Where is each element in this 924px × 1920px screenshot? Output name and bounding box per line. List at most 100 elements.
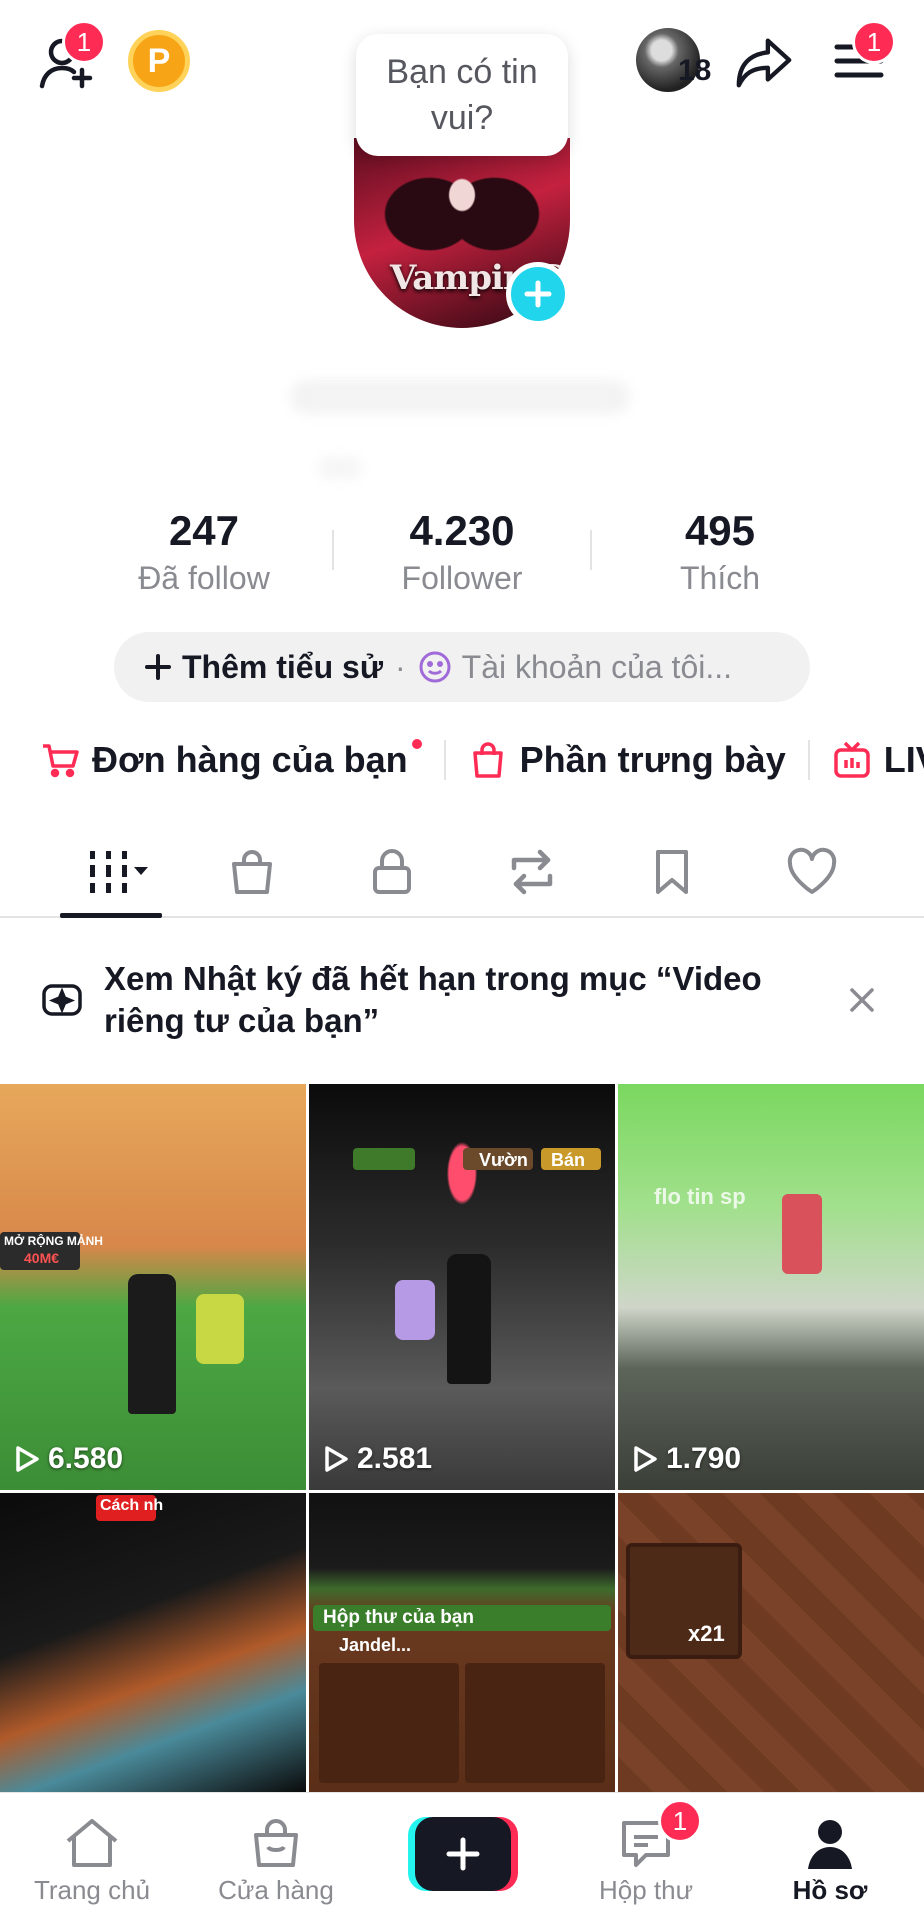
tab-reposts[interactable] — [492, 840, 572, 904]
add-bio-label[interactable]: Thêm tiểu sử — [182, 649, 383, 686]
shortcut-live[interactable]: LIV — [832, 739, 924, 781]
thumb-decoration — [319, 1663, 459, 1783]
coin-button[interactable]: P — [128, 30, 190, 92]
thumb-pet — [395, 1280, 435, 1340]
mini-avatar-count: 18 — [678, 54, 712, 87]
home-icon — [66, 1819, 118, 1867]
thumb-decoration — [465, 1663, 605, 1783]
shortcut-divider — [443, 740, 446, 780]
following-count: 247 — [168, 507, 240, 554]
nav-home-label: Trang chủ — [33, 1875, 151, 1905]
thumb-character — [128, 1274, 176, 1414]
create-button[interactable] — [408, 1817, 518, 1891]
bio-pill[interactable]: Thêm tiểu sử · Tài khoản của tôi... — [114, 632, 810, 702]
shortcut-orders[interactable]: Đơn hàng của bạn — [40, 739, 422, 781]
play-icon — [16, 1446, 39, 1472]
video-thumbnail[interactable]: flo tin sp 1.790 — [618, 1084, 924, 1490]
avatar-add-button[interactable] — [506, 262, 570, 326]
shortcuts-row: Đơn hàng của bạn Phần trưng bày LIV — [40, 730, 924, 790]
play-icon — [325, 1446, 348, 1472]
thumb-label: 40M€ — [24, 1250, 60, 1266]
thumb-label: Cách nh — [100, 1497, 164, 1514]
video-thumbnail[interactable]: Hộp thư của bạn Jandel... — [309, 1493, 615, 1793]
nav-shop[interactable]: Cửa hàng — [186, 1811, 366, 1906]
shortcut-orders-label: Đơn hàng của bạn — [92, 739, 408, 780]
blurred-username — [290, 380, 630, 414]
shortcut-live-label: LIV — [883, 739, 924, 780]
profile-icon — [808, 1820, 852, 1869]
stat-divider — [332, 530, 334, 570]
nav-inbox-label: Hộp thư — [598, 1875, 693, 1905]
shop-icon — [254, 1819, 298, 1867]
banner-text: Xem Nhật ký đã hết hạn trong mục “Video … — [104, 960, 762, 1039]
thumb-decoration — [353, 1148, 415, 1170]
nav-home[interactable]: Trang chủ — [2, 1811, 182, 1906]
share-icon — [736, 38, 792, 88]
live-tv-icon — [833, 741, 870, 778]
share-button[interactable] — [728, 26, 800, 98]
lock-icon — [373, 849, 411, 894]
thumb-label: Hộp thư của bạn — [323, 1607, 474, 1628]
thumb-character — [782, 1194, 822, 1274]
view-count: 2.581 — [323, 1442, 432, 1476]
thumb-label: flo tin sp — [654, 1184, 746, 1209]
videos-grid-icon — [90, 851, 148, 893]
menu-badge: 1 — [852, 20, 896, 64]
thumb-label: Bán — [551, 1150, 586, 1170]
shop-bag-icon — [232, 850, 272, 894]
tab-private[interactable] — [352, 840, 432, 904]
play-icon — [634, 1446, 657, 1472]
plus-icon — [524, 280, 552, 308]
thumb-label: x21 — [688, 1621, 725, 1646]
video-thumbnail[interactable]: x21 — [618, 1493, 924, 1793]
shortcut-divider — [807, 740, 810, 780]
nav-inbox[interactable]: Hộp thư — [556, 1811, 736, 1906]
expired-stories-banner[interactable]: Xem Nhật ký đã hết hạn trong mục “Video … — [0, 920, 924, 1084]
tab-saved[interactable] — [632, 840, 712, 904]
profile-tabs — [0, 826, 924, 918]
thumb-label: Jandel... — [339, 1635, 412, 1655]
followers-label: Follower — [401, 560, 523, 596]
status-bubble[interactable]: Bạn có tin vui? — [356, 34, 568, 156]
shortcut-showcase-label: Phần trưng bày — [519, 739, 786, 780]
view-count: 6.580 — [14, 1442, 123, 1476]
nav-profile[interactable]: Hồ sơ — [740, 1811, 920, 1906]
close-icon[interactable] — [846, 984, 878, 1016]
bottom-nav: Trang chủ Cửa hàng Hộp thư 1 Hồ sơ — [0, 1792, 924, 1920]
likes-label: Thích — [679, 560, 761, 596]
smiley-icon — [419, 651, 451, 683]
plus-icon — [446, 1837, 480, 1871]
shortcut-showcase[interactable]: Phần trưng bày — [468, 739, 786, 781]
bio-separator: · — [394, 648, 406, 685]
thumb-pet — [196, 1294, 244, 1364]
add-friend-badge: 1 — [62, 20, 106, 64]
tab-liked[interactable] — [772, 840, 852, 904]
stat-divider — [590, 530, 592, 570]
create-bg-dark — [415, 1817, 511, 1891]
stat-followers[interactable]: 4.230 Follower — [352, 506, 572, 600]
active-tab-indicator — [60, 913, 162, 918]
nav-shop-label: Cửa hàng — [218, 1875, 334, 1905]
view-count-value: 1.790 — [666, 1442, 742, 1475]
video-thumbnail[interactable]: Vườn Bán 2.581 — [309, 1084, 615, 1490]
repost-icon — [511, 849, 553, 895]
heart-icon — [787, 847, 837, 894]
account-label[interactable]: Tài khoản của tôi... — [462, 649, 732, 686]
tab-videos[interactable] — [70, 840, 166, 904]
stat-following[interactable]: 247 Đã follow — [94, 506, 314, 600]
video-thumbnail[interactable]: Cách nh — [0, 1493, 306, 1793]
notification-dot — [411, 739, 422, 749]
video-grid: MỞ RỘNG MẢNH 40M€ 6.580 Vườn Bán 2.581 f… — [0, 1084, 924, 1793]
thumb-character — [447, 1254, 491, 1384]
cart-icon — [43, 744, 79, 778]
stat-likes[interactable]: 495 Thích — [610, 506, 830, 600]
video-thumbnail[interactable]: MỞ RỘNG MẢNH 40M€ 6.580 — [0, 1084, 306, 1490]
thumb-label: Vườn — [479, 1150, 528, 1170]
view-count: 1.790 — [632, 1442, 741, 1476]
thumb-label: MỞ RỘNG MẢNH — [4, 1234, 103, 1248]
followers-count: 4.230 — [409, 507, 515, 554]
bag-icon — [472, 742, 503, 778]
tab-shop[interactable] — [212, 840, 292, 904]
view-count-value: 2.581 — [357, 1442, 433, 1475]
nav-profile-label: Hồ sơ — [792, 1875, 868, 1905]
